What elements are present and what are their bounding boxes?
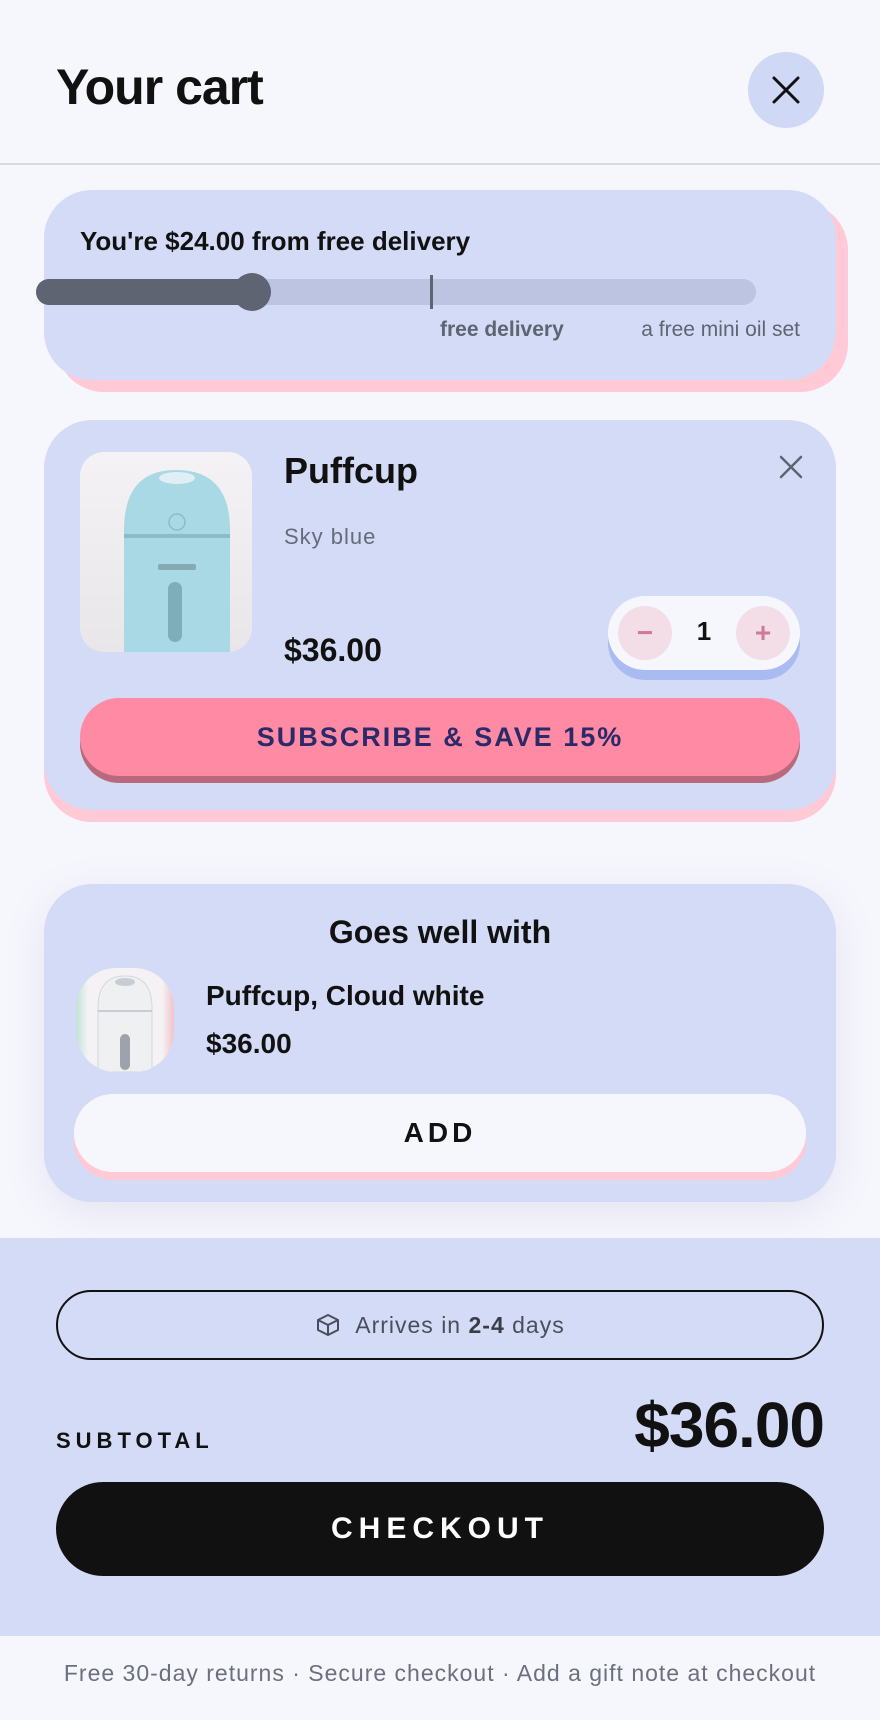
delivery-progress-thumb [233,273,271,311]
subtotal-value: $36.00 [634,1389,825,1461]
delivery-estimate-text: Arrives in 2-4 days [355,1312,564,1339]
upsell-product-image [76,968,174,1072]
upsell-title: Goes well with [328,914,552,950]
subscribe-save-button[interactable]: SUBSCRIBE & SAVE 15% [80,698,800,776]
delivery-estimate: Arrives in 2-4 days [56,1290,824,1360]
order-summary: Arrives in 2-4 days SUBTOTAL $36.00 CHEC… [0,1238,880,1636]
decrease-quantity-button[interactable]: − [618,606,672,660]
milestone-marker [430,275,433,309]
page-title: Your cart [56,59,264,115]
delivery-estimate-range: 2-4 [468,1311,505,1338]
close-icon [779,455,803,479]
cart-item-card: Puffcup Sky blue $36.00 − 1 + SUBSCRIBE … [44,420,836,810]
upsell-product-name: Puffcup, Cloud white [206,980,485,1011]
close-icon [772,76,800,104]
product-price: $36.00 [284,632,382,668]
free-delivery-message: You're $24.00 from free delivery [80,226,471,256]
add-upsell-button[interactable]: ADD [74,1094,806,1172]
increase-quantity-button[interactable]: + [736,606,790,660]
close-cart-button[interactable] [748,52,824,128]
product-image [80,452,252,652]
milestone-free-delivery-label: free delivery [440,318,564,341]
milestone-mini-oil-set-label: a free mini oil set [641,318,800,341]
humidifier-image [124,470,230,652]
delivery-progress-fill [36,279,252,305]
product-variant: Sky blue [284,524,377,549]
quantity-value: 1 [696,616,712,646]
upsell-product-price: $36.00 [206,1028,292,1059]
cart-header: Your cart [0,0,880,165]
humidifier-white-image [97,975,153,1072]
quantity-stepper: − 1 + [608,596,800,670]
upsell-card: Goes well with Puffcup, Cloud white $36.… [44,884,836,1202]
box-icon [317,1314,340,1336]
product-name: Puffcup [284,450,418,491]
delivery-estimate-prefix: Arrives in [355,1311,462,1338]
delivery-estimate-suffix: days [512,1311,565,1338]
delivery-progress-bar [36,273,756,311]
checkout-button[interactable]: CHECKOUT [56,1482,824,1576]
remove-item-button[interactable] [774,450,808,484]
footer-note: Free 30-day returns · Secure checkout · … [63,1660,817,1686]
subtotal-label: SUBTOTAL [56,1428,214,1453]
